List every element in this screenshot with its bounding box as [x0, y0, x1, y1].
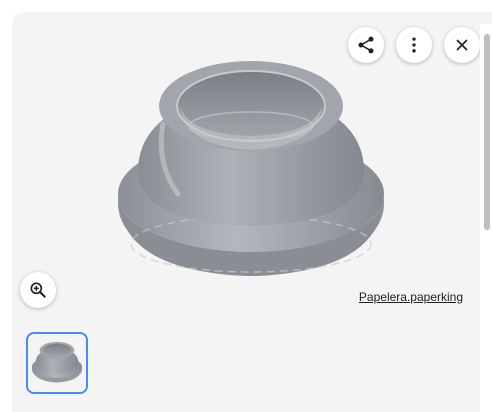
source-link[interactable]: Papelera.paperking [359, 290, 463, 304]
zoom-in-icon [30, 282, 46, 298]
share-icon [358, 36, 374, 54]
thumbnail-image [31, 341, 83, 383]
image-viewer-panel: Papelera.paperking [12, 12, 492, 412]
close-icon [456, 39, 468, 51]
scrollbar-thumb[interactable] [484, 34, 490, 230]
close-button[interactable] [444, 27, 480, 63]
lid-illustration [118, 61, 384, 276]
thumbnail-selected[interactable] [26, 332, 88, 394]
zoom-button[interactable] [20, 272, 56, 308]
share-button[interactable] [348, 27, 384, 63]
product-image[interactable] [108, 54, 394, 292]
more-options-button[interactable] [396, 27, 432, 63]
more-vert-icon [412, 37, 416, 53]
